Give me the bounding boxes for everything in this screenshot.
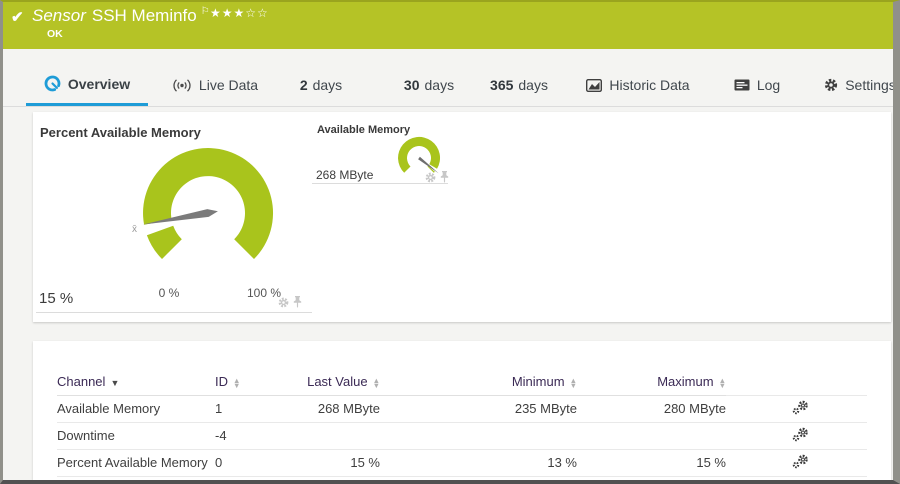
tab-log[interactable]: Log bbox=[728, 64, 786, 106]
gauges-panel: Percent Available Memory x̄ 0 % 100 % 15… bbox=[33, 112, 891, 322]
tab-overview[interactable]: Overview bbox=[26, 64, 148, 106]
sort-icon bbox=[719, 378, 726, 388]
gauge-settings-gear-icon[interactable] bbox=[425, 170, 436, 188]
tab-label: Live Data bbox=[198, 77, 259, 93]
sensor-page: ✔ Sensor SSH Meminfo ⚐ ★★★☆☆ OK Overview bbox=[0, 0, 900, 484]
tab-live-data[interactable]: Live Data bbox=[163, 64, 267, 106]
tab-number: 365 bbox=[490, 77, 514, 93]
average-marker: x̄ bbox=[132, 224, 137, 235]
column-header-last-value[interactable]: Last Value bbox=[280, 369, 380, 396]
tab-label: days bbox=[424, 77, 455, 93]
cell-minimum: 13 % bbox=[380, 449, 577, 477]
tab-label: Overview bbox=[67, 75, 131, 92]
divider bbox=[36, 312, 312, 313]
channel-table-panel: Channel ID Last Value Minimum Maximum Av… bbox=[33, 341, 891, 480]
table-row: Downtime -4 bbox=[57, 422, 867, 450]
gauge-pin-icon[interactable] bbox=[292, 295, 303, 313]
channel-settings-icon[interactable] bbox=[792, 400, 809, 418]
column-header-maximum[interactable]: Maximum bbox=[577, 369, 726, 396]
sort-icon bbox=[233, 378, 240, 388]
tab-365-days[interactable]: 365 days bbox=[483, 64, 555, 106]
flag-icon[interactable]: ⚐ bbox=[201, 6, 210, 17]
tab-label: days bbox=[312, 77, 343, 93]
cell-minimum: 235 MByte bbox=[380, 395, 577, 423]
sensor-status-bar: ✔ Sensor SSH Meminfo ⚐ ★★★☆☆ OK bbox=[3, 2, 893, 49]
priority-stars[interactable]: ★★★☆☆ bbox=[210, 6, 269, 20]
cell-maximum bbox=[577, 422, 726, 450]
gauge-pin-icon[interactable] bbox=[439, 170, 450, 188]
column-header-channel[interactable]: Channel bbox=[57, 369, 215, 396]
sensor-kind-label: Sensor bbox=[32, 6, 86, 25]
gauge-scale-min: 0 % bbox=[158, 286, 180, 300]
channel-table: Channel ID Last Value Minimum Maximum Av… bbox=[57, 369, 867, 477]
table-row: Percent Available Memory 0 15 % 13 % 15 … bbox=[57, 449, 867, 477]
gauge-icon bbox=[44, 75, 61, 92]
divider bbox=[312, 183, 448, 184]
cell-channel: Downtime bbox=[57, 422, 215, 450]
column-header-minimum[interactable]: Minimum bbox=[380, 369, 577, 396]
cell-maximum: 15 % bbox=[577, 449, 726, 477]
cell-maximum: 280 MByte bbox=[577, 395, 726, 423]
sort-desc-icon bbox=[110, 378, 119, 388]
status-badge: OK bbox=[47, 28, 63, 40]
percent-available-memory-gauge: x̄ bbox=[132, 148, 274, 259]
cell-id: -4 bbox=[215, 422, 280, 450]
tab-bar: Overview Live Data 2 days 30 days 365 da… bbox=[3, 49, 893, 107]
tab-2-days[interactable]: 2 days bbox=[290, 64, 352, 106]
tab-number: 30 bbox=[403, 77, 420, 93]
cell-last-value: 268 MByte bbox=[280, 395, 380, 423]
table-header-row: Channel ID Last Value Minimum Maximum bbox=[57, 369, 867, 396]
area-chart-icon bbox=[586, 78, 603, 92]
column-header-actions bbox=[726, 369, 867, 396]
tab-30-days[interactable]: 30 days bbox=[393, 64, 465, 106]
cell-id: 0 bbox=[215, 449, 280, 477]
cell-last-value: 15 % bbox=[280, 449, 380, 477]
tab-label: Historic Data bbox=[609, 77, 690, 93]
status-ok-check-icon: ✔ bbox=[11, 9, 24, 26]
secondary-gauge-value: 268 MByte bbox=[316, 168, 374, 182]
sort-icon bbox=[373, 378, 380, 388]
channel-settings-icon[interactable] bbox=[792, 427, 809, 445]
log-list-icon bbox=[734, 79, 750, 91]
tab-label: Log bbox=[756, 77, 781, 93]
sensor-name: SSH Meminfo bbox=[91, 6, 197, 25]
live-broadcast-icon bbox=[172, 78, 192, 93]
channel-settings-icon[interactable] bbox=[792, 454, 809, 472]
sensor-title: Sensor SSH Meminfo ⚐ bbox=[32, 6, 210, 26]
primary-gauge-value: 15 % bbox=[39, 290, 74, 307]
gauge-settings-gear-icon[interactable] bbox=[278, 295, 289, 313]
cell-channel: Percent Available Memory bbox=[57, 449, 215, 477]
tab-settings[interactable]: Settings bbox=[822, 64, 896, 106]
tab-number: 2 bbox=[299, 77, 308, 93]
tab-label: Settings bbox=[845, 77, 896, 93]
cell-id: 1 bbox=[215, 395, 280, 423]
tab-historic-data[interactable]: Historic Data bbox=[582, 64, 694, 106]
cell-channel: Available Memory bbox=[57, 395, 215, 423]
table-row: Available Memory 1 268 MByte 235 MByte 2… bbox=[57, 395, 867, 423]
cell-last-value bbox=[280, 422, 380, 450]
cell-minimum bbox=[380, 422, 577, 450]
column-header-id[interactable]: ID bbox=[215, 369, 280, 396]
gear-icon bbox=[824, 78, 838, 92]
sort-icon bbox=[570, 378, 577, 388]
tab-label: days bbox=[518, 77, 548, 93]
